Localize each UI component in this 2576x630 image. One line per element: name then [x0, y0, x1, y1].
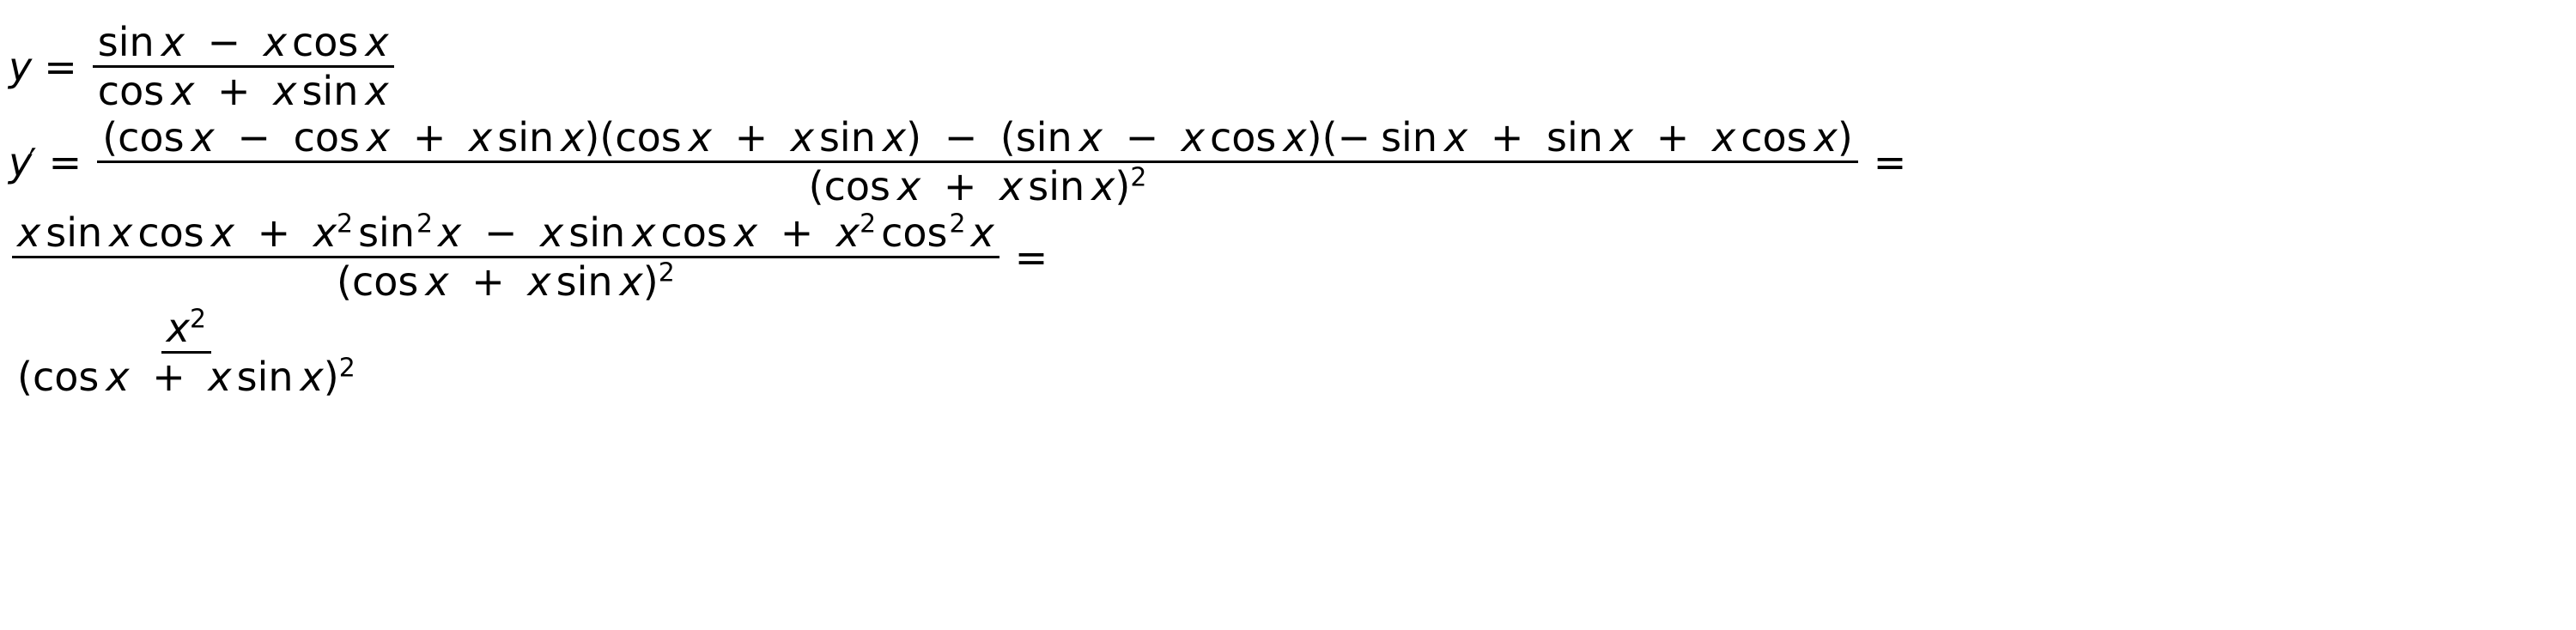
math-derivation: y = sinx − xcosx cosx + xsinx y′ = (cosx…: [9, 21, 2567, 398]
equals-sign: =: [44, 47, 77, 87]
numerator-1: sinx − xcosx: [93, 21, 394, 68]
fraction-3: xsinxcosx + x2sin2x − xsinxcosx + x2cos2…: [12, 211, 999, 303]
equation-line-4: x2 (cosx + xsinx)2: [9, 306, 2567, 398]
denominator-2: (cosx + xsinx)2: [804, 163, 1152, 208]
equals-sign: =: [49, 142, 82, 182]
equation-line-1: y = sinx − xcosx cosx + xsinx: [9, 21, 2567, 112]
var-y: y: [9, 47, 32, 87]
lhs-y: y =: [9, 47, 89, 87]
trailing-equals-3: =: [1015, 238, 1048, 277]
equation-line-2: y′ = (cosx − cosx + xsinx)(cosx + xsinx)…: [9, 116, 2567, 208]
denominator-3: (cosx + xsinx)2: [331, 258, 680, 303]
denominator-1: cosx + xsinx: [93, 68, 394, 112]
equation-line-3: xsinxcosx + x2sin2x − xsinxcosx + x2cos2…: [9, 211, 2567, 303]
fraction-4: x2 (cosx + xsinx)2: [12, 306, 361, 398]
fraction-2: (cosx − cosx + xsinx)(cosx + xsinx) − (s…: [97, 116, 1858, 208]
trailing-equals-2: =: [1874, 142, 1907, 182]
numerator-4: x2: [161, 306, 211, 354]
lhs-yprime: y′ =: [9, 142, 94, 182]
numerator-3: xsinxcosx + x2sin2x − xsinxcosx + x2cos2…: [12, 211, 999, 258]
fraction-1: sinx − xcosx cosx + xsinx: [93, 21, 394, 112]
denominator-4: (cosx + xsinx)2: [12, 354, 361, 398]
numerator-2: (cosx − cosx + xsinx)(cosx + xsinx) − (s…: [97, 116, 1858, 163]
